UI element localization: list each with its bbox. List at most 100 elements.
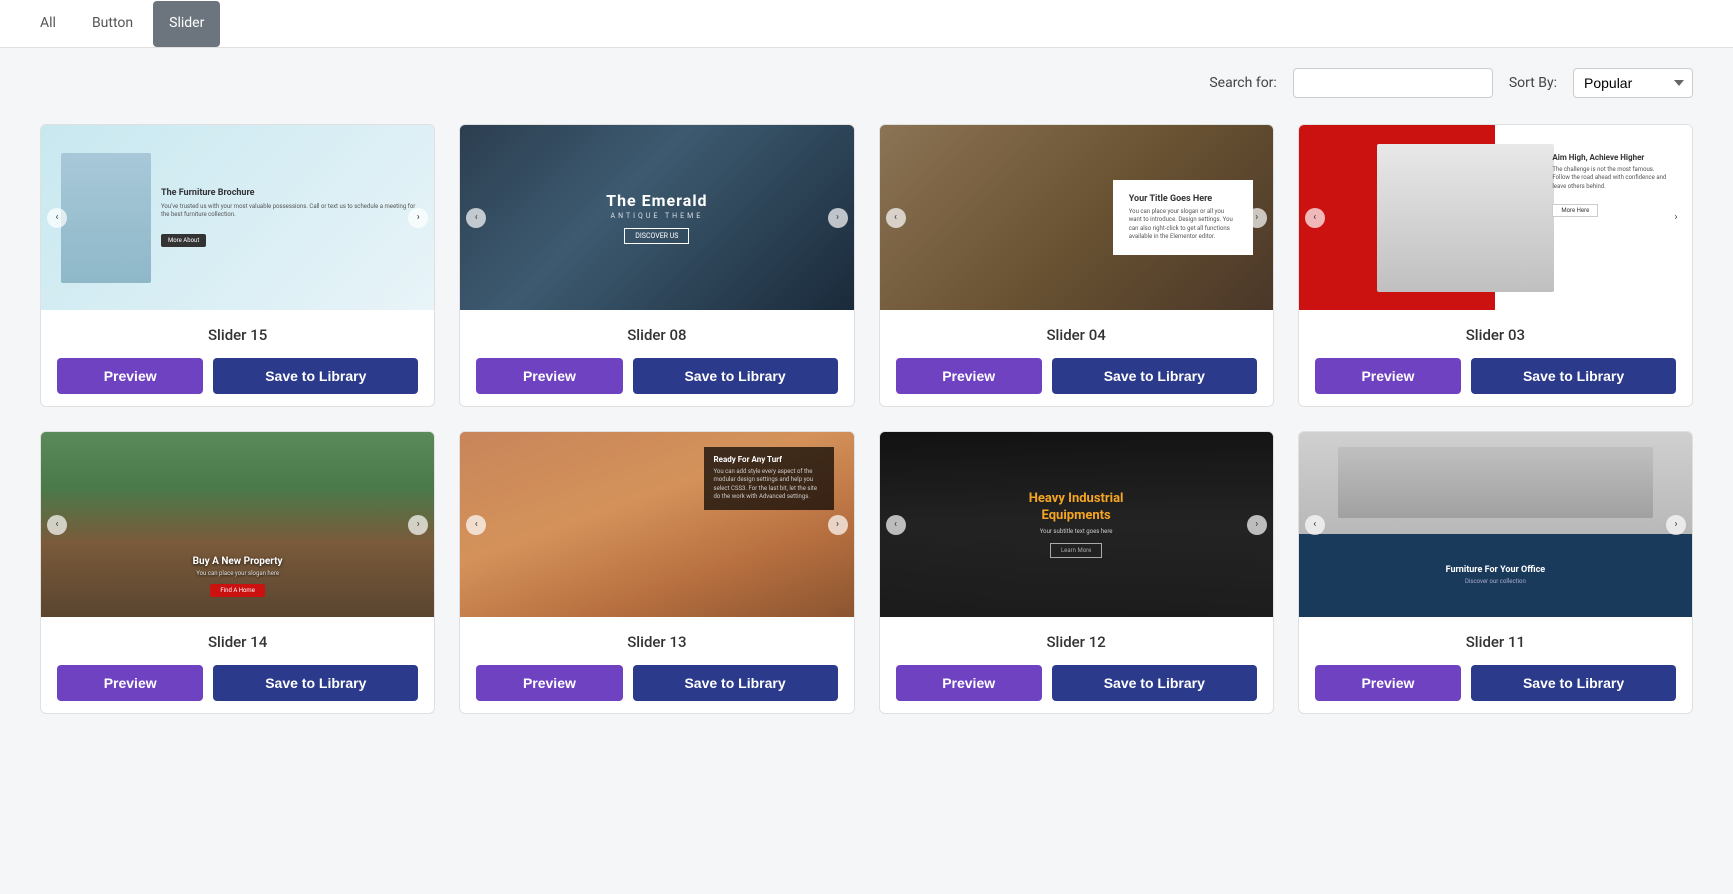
slider12-card-title: Slider 12 — [896, 633, 1257, 651]
slider12-prev-arrow[interactable]: ‹ — [886, 515, 906, 535]
slider08-cta: DISCOVER US — [624, 228, 689, 244]
slider03-prev-arrow[interactable]: ‹ — [1305, 208, 1325, 228]
slider04-save-button[interactable]: Save to Library — [1052, 358, 1257, 394]
slider08-card-title: Slider 08 — [476, 326, 837, 344]
slider15-prev-arrow[interactable]: ‹ — [47, 208, 67, 228]
slider12-preview: ‹ Heavy IndustrialEquipments Your subtit… — [880, 432, 1273, 617]
slider15-preview-button[interactable]: Preview — [57, 358, 203, 394]
slider03-preview: ‹ Aim High, Achieve Higher The challenge… — [1299, 125, 1692, 310]
card-slider13: ‹ Ready For Any Turf You can add style e… — [459, 431, 854, 714]
slider08-actions: Preview Save to Library — [476, 358, 837, 394]
search-sort-bar: Search for: Sort By: Popular Newest Olde… — [0, 48, 1733, 108]
slider03-next-arrow[interactable]: › — [1666, 208, 1686, 228]
slider14-preview-button[interactable]: Preview — [57, 665, 203, 701]
search-label: Search for: — [1209, 75, 1276, 91]
slider13-save-button[interactable]: Save to Library — [633, 665, 838, 701]
slider11-save-button[interactable]: Save to Library — [1471, 665, 1676, 701]
slider13-title: Ready For Any Turf — [714, 455, 824, 464]
slider03-card-title: Slider 03 — [1315, 326, 1676, 344]
slider08-sub: ANTIQUE THEME — [606, 212, 707, 220]
slider15-actions: Preview Save to Library — [57, 358, 418, 394]
slider11-card-body: Slider 11 Preview Save to Library — [1299, 617, 1692, 713]
slider12-actions: Preview Save to Library — [896, 665, 1257, 701]
slider15-body: You've trusted us with your most valuabl… — [161, 203, 424, 220]
tab-all[interactable]: All — [24, 1, 72, 47]
slider11-text: Furniture For Your Office Discover our c… — [1446, 565, 1546, 585]
tab-slider[interactable]: Slider — [153, 1, 220, 47]
slider11-next-arrow[interactable]: › — [1666, 515, 1686, 535]
sort-select[interactable]: Popular Newest Oldest — [1573, 68, 1693, 98]
slider14-card-body: Slider 14 Preview Save to Library — [41, 617, 434, 713]
slider13-text-box: Ready For Any Turf You can add style eve… — [704, 447, 834, 510]
slider14-card-title: Slider 14 — [57, 633, 418, 651]
slider03-text-box: Aim High, Achieve Higher The challenge i… — [1552, 153, 1672, 217]
slider13-next-arrow[interactable]: › — [828, 515, 848, 535]
slider03-title: Aim High, Achieve Higher — [1552, 153, 1672, 162]
slider12-preview-button[interactable]: Preview — [896, 665, 1042, 701]
tab-button[interactable]: Button — [76, 1, 149, 47]
slider03-save-button[interactable]: Save to Library — [1471, 358, 1676, 394]
slider03-image — [1377, 144, 1554, 292]
slider04-prev-arrow[interactable]: ‹ — [886, 208, 906, 228]
slider08-save-button[interactable]: Save to Library — [633, 358, 838, 394]
slider15-card-title: Slider 15 — [57, 326, 418, 344]
slider11-preview: ‹ Furniture For Your Office Discover our… — [1299, 432, 1692, 617]
slider15-title: The Furniture Brochure — [161, 188, 424, 198]
slider13-preview: ‹ Ready For Any Turf You can add style e… — [460, 432, 853, 617]
slider15-image — [61, 153, 151, 283]
card-slider11: ‹ Furniture For Your Office Discover our… — [1298, 431, 1693, 714]
slider04-text-box: Your Title Goes Here You can place your … — [1113, 180, 1253, 256]
slider15-cta: More About — [161, 234, 206, 247]
slider08-preview: ‹ The Emerald ANTIQUE THEME DISCOVER US … — [460, 125, 853, 310]
slider04-preview: ‹ Your Title Goes Here You can place you… — [880, 125, 1273, 310]
slider04-next-arrow[interactable]: › — [1247, 208, 1267, 228]
slider14-actions: Preview Save to Library — [57, 665, 418, 701]
slider04-actions: Preview Save to Library — [896, 358, 1257, 394]
slider14-save-button[interactable]: Save to Library — [213, 665, 418, 701]
slider14-title: Buy A New Property — [193, 556, 283, 567]
slider12-sub: Your subtitle text goes here — [1029, 528, 1124, 535]
slider03-preview-button[interactable]: Preview — [1315, 358, 1461, 394]
slider08-preview-button[interactable]: Preview — [476, 358, 622, 394]
search-input[interactable] — [1293, 68, 1493, 98]
slider15-card-body: Slider 15 Preview Save to Library — [41, 310, 434, 406]
slider12-title: Heavy IndustrialEquipments — [1029, 491, 1124, 525]
card-slider12: ‹ Heavy IndustrialEquipments Your subtit… — [879, 431, 1274, 714]
slider12-card-body: Slider 12 Preview Save to Library — [880, 617, 1273, 713]
slider11-title: Furniture For Your Office — [1446, 565, 1546, 575]
slider11-top-image — [1299, 432, 1692, 534]
card-slider04: ‹ Your Title Goes Here You can place you… — [879, 124, 1274, 407]
sort-label: Sort By: — [1509, 75, 1557, 91]
filter-tabs: All Button Slider — [0, 0, 1733, 48]
slider14-cta: Find A Home — [210, 584, 265, 597]
slider12-save-button[interactable]: Save to Library — [1052, 665, 1257, 701]
slider14-overlay: Buy A New Property You can place your sl… — [193, 556, 283, 597]
slider04-preview-button[interactable]: Preview — [896, 358, 1042, 394]
slider08-title: The Emerald — [606, 191, 707, 210]
slider13-body: You can add style every aspect of the mo… — [714, 468, 824, 502]
slider13-card-title: Slider 13 — [476, 633, 837, 651]
slider15-preview: ‹ The Furniture Brochure You've trusted … — [41, 125, 434, 310]
slider04-body: You can place your slogan or all you wan… — [1129, 208, 1237, 242]
slider13-prev-arrow[interactable]: ‹ — [466, 515, 486, 535]
slider08-prev-arrow[interactable]: ‹ — [466, 208, 486, 228]
slider04-title: Your Title Goes Here — [1129, 194, 1237, 204]
slider11-sub: Discover our collection — [1446, 578, 1546, 585]
slider08-next-arrow[interactable]: › — [828, 208, 848, 228]
slider15-save-button[interactable]: Save to Library — [213, 358, 418, 394]
slider12-next-arrow[interactable]: › — [1247, 515, 1267, 535]
slider14-next-arrow[interactable]: › — [408, 515, 428, 535]
slider13-card-body: Slider 13 Preview Save to Library — [460, 617, 853, 713]
card-slider08: ‹ The Emerald ANTIQUE THEME DISCOVER US … — [459, 124, 854, 407]
slider03-actions: Preview Save to Library — [1315, 358, 1676, 394]
slider14-prev-arrow[interactable]: ‹ — [47, 515, 67, 535]
slider11-prev-arrow[interactable]: ‹ — [1305, 515, 1325, 535]
slider15-text-box: The Furniture Brochure You've trusted us… — [151, 173, 434, 263]
slider11-actions: Preview Save to Library — [1315, 665, 1676, 701]
slider03-body: The challenge is not the most famous. Fo… — [1552, 166, 1672, 191]
slider15-next-arrow[interactable]: › — [408, 208, 428, 228]
slider13-preview-button[interactable]: Preview — [476, 665, 622, 701]
slider11-preview-button[interactable]: Preview — [1315, 665, 1461, 701]
slider11-card-title: Slider 11 — [1315, 633, 1676, 651]
card-slider14: ‹ Buy A New Property You can place your … — [40, 431, 435, 714]
